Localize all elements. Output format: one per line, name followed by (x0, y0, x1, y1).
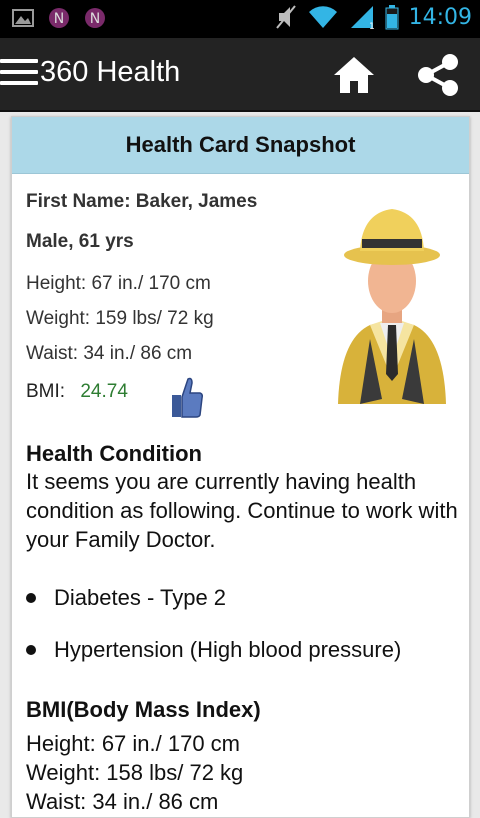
svg-text:N: N (54, 11, 64, 27)
signal-icon: 1 (350, 6, 375, 30)
bullet-icon (26, 593, 36, 603)
image-icon (12, 9, 34, 27)
mute-icon (275, 5, 296, 29)
battery-icon (385, 5, 399, 30)
app-title: 360 Health (40, 56, 181, 88)
bmi-waist: Waist: 34 in./ 86 cm (26, 789, 219, 814)
health-condition-title: Health Condition (26, 441, 202, 466)
health-card: Health Card Snapshot First Name: Baker, … (11, 116, 470, 818)
action-bar: 360 Health (0, 38, 480, 112)
bmi-section: BMI(Body Mass Index) Height: 67 in./ 170… (26, 697, 466, 816)
waist-value: Waist: 34 in./ 86 cm (26, 343, 193, 364)
bmi-weight: Weight: 158 lbs/ 72 kg (26, 760, 244, 785)
svg-text:N: N (90, 11, 100, 27)
patient-sex-age: Male, 61 yrs (26, 231, 134, 252)
thumbs-up-icon (172, 377, 203, 418)
bmi-height: Height: 67 in./ 170 cm (26, 731, 241, 756)
weight-value: Weight: 159 lbs/ 72 kg (26, 308, 214, 329)
patient-name: First Name: Baker, James (26, 191, 258, 212)
height-value: Height: 67 in./ 170 cm (26, 273, 211, 294)
card-header: Health Card Snapshot (12, 117, 469, 174)
list-item: Hypertension (High blood pressure) (26, 637, 401, 663)
home-icon[interactable] (332, 55, 376, 95)
bmi-section-title: BMI(Body Mass Index) (26, 697, 261, 722)
hamburger-icon[interactable] (0, 59, 38, 89)
share-icon[interactable] (416, 54, 460, 96)
svg-text:1: 1 (369, 22, 375, 30)
health-condition-text: It seems you are currently having health… (26, 469, 458, 552)
bmi-row: BMI: 24.74 (26, 381, 128, 403)
condition-item: Hypertension (High blood pressure) (54, 637, 402, 662)
bmi-value: 24.74 (80, 381, 128, 402)
condition-item: Diabetes - Type 2 (54, 585, 227, 610)
n-notification-icon: N (85, 8, 105, 28)
bullet-icon (26, 645, 36, 655)
health-condition-section: Health Condition It seems you are curren… (26, 441, 466, 554)
clock: 14:09 (408, 4, 472, 30)
n-notification-icon: N (49, 8, 69, 28)
wifi-icon (308, 6, 337, 29)
avatar (338, 209, 446, 404)
status-bar: N N 1 14:09 (0, 0, 480, 38)
list-item: Diabetes - Type 2 (26, 585, 226, 611)
bmi-label: BMI: (26, 381, 66, 402)
